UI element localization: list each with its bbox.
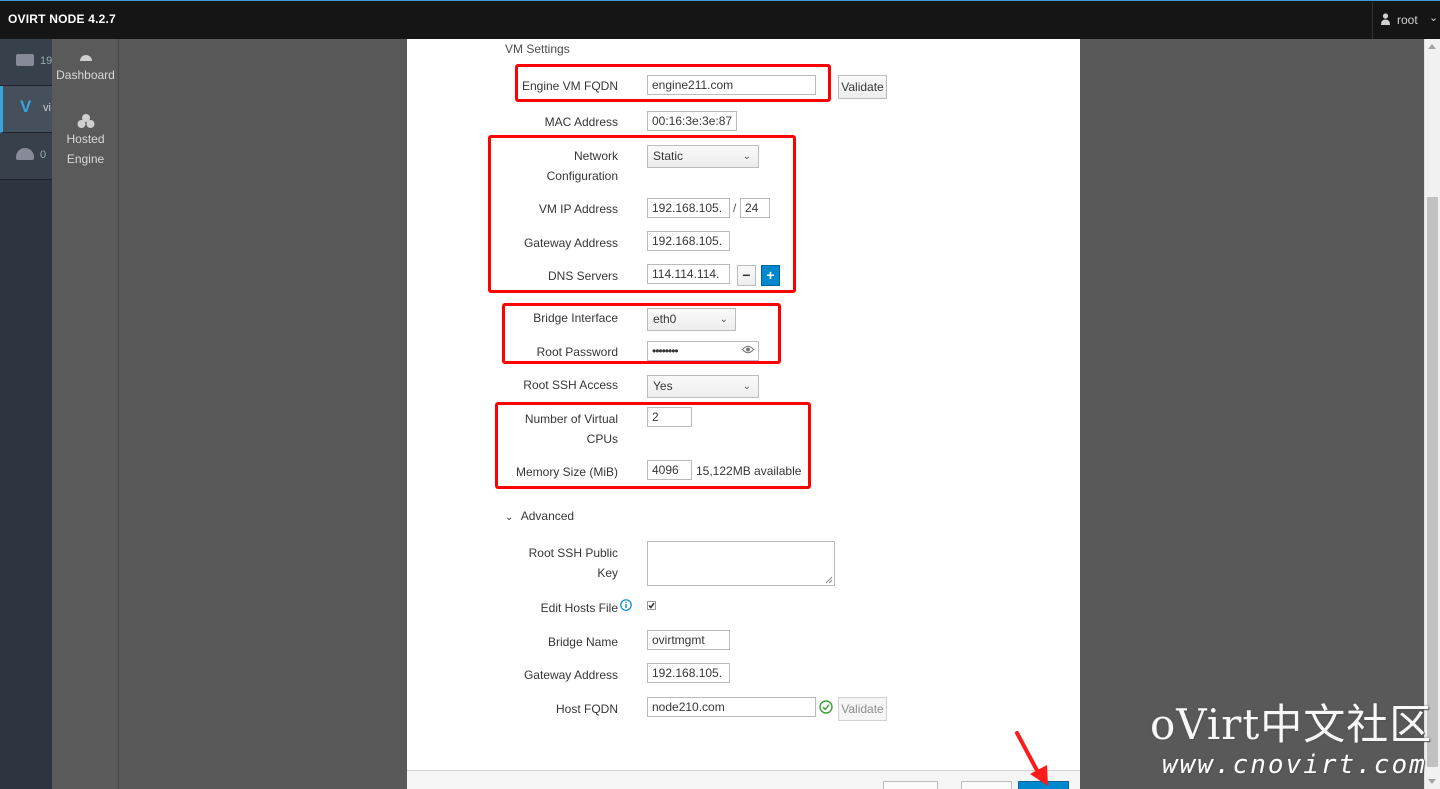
page-scrollbar[interactable] — [1424, 39, 1440, 789]
user-menu[interactable]: root ⌄ — [1372, 2, 1440, 39]
server-icon — [16, 54, 34, 66]
nav-letter-icon: V — [20, 97, 32, 116]
chevron-down-icon: ⌄ — [1429, 12, 1439, 24]
root-ssh-key-label-1: Root SSH Public — [528, 546, 618, 560]
brand-title: OVIRT NODE 4.2.7 — [8, 12, 116, 26]
scroll-up-icon[interactable] — [1428, 44, 1436, 49]
advanced-toggle[interactable]: ⌄ Advanced — [505, 509, 574, 523]
nav-item-dashboard[interactable]: 0 — [0, 133, 52, 180]
mac-address-input[interactable]: 00:16:3e:3e:87 — [647, 111, 737, 131]
scroll-down-icon[interactable] — [1428, 779, 1436, 784]
secondary-nav: Dashboard Hosted Engine — [52, 39, 119, 789]
hosted-engine-icon — [77, 114, 94, 128]
resize-grip-icon[interactable] — [825, 576, 833, 584]
highlight-network-settings — [488, 135, 796, 293]
root-ssh-access-label: Root SSH Access — [523, 378, 618, 392]
edit-hosts-label: Edit Hosts File — [540, 601, 618, 615]
chevron-down-icon: ⌄ — [742, 381, 751, 392]
nav-item-label: 0 — [40, 149, 47, 161]
modal-backdrop — [119, 39, 407, 789]
user-icon — [1381, 13, 1390, 25]
scrollbar-thumb[interactable] — [1427, 197, 1438, 767]
mac-address-label: MAC Address — [544, 115, 618, 129]
advanced-label: Advanced — [520, 509, 575, 523]
info-icon[interactable] — [620, 599, 632, 611]
chevron-down-icon: ⌄ — [505, 512, 514, 523]
root-ssh-key-textarea[interactable] — [647, 541, 835, 586]
nav-item-host[interactable]: 19 — [0, 39, 52, 86]
gateway-input-advanced[interactable]: 192.168.105. — [647, 663, 730, 683]
check-circle-icon — [819, 700, 833, 714]
nav-item-label: 19 — [40, 55, 53, 67]
host-fqdn-label: Host FQDN — [555, 702, 618, 716]
gateway-label-advanced: Gateway Address — [523, 668, 618, 682]
dashboard-icon — [16, 148, 34, 160]
footer-button-cancel[interactable] — [883, 781, 938, 789]
nav-item-label: vi — [43, 102, 51, 114]
footer-button-back[interactable] — [961, 781, 1012, 789]
section-title: VM Settings — [505, 42, 570, 56]
nav-item-virtualization[interactable]: V vi — [0, 86, 52, 133]
subnav-hosted-engine-label-2: Engine — [66, 152, 105, 166]
top-navbar: OVIRT NODE 4.2.7 root ⌄ — [0, 0, 1440, 39]
host-fqdn-validate-button[interactable]: Validate — [838, 697, 887, 721]
highlight-cpu-memory — [495, 402, 811, 489]
root-ssh-access-select[interactable]: Yes ⌄ — [647, 375, 759, 398]
watermark-url: www.cnovirt.com — [1162, 750, 1427, 780]
root-ssh-access-value: Yes — [653, 379, 673, 393]
dashboard-icon — [79, 55, 92, 61]
root-ssh-key-label-2: Key — [597, 566, 618, 580]
user-name: root — [1397, 13, 1418, 27]
subnav-dashboard-label: Dashboard — [56, 68, 115, 82]
subnav-hosted-engine-label-1: Hosted — [66, 132, 105, 146]
red-arrow-annotation — [1015, 731, 1048, 786]
main-nav: 19 V vi 0 — [0, 39, 52, 789]
watermark-text: oVirt中文社区 — [1150, 700, 1433, 749]
modal-backdrop — [1080, 39, 1424, 789]
wizard-footer — [407, 770, 1080, 789]
highlight-engine-fqdn — [515, 64, 831, 102]
subnav-hosted-engine[interactable]: Hosted Engine — [52, 113, 119, 169]
bridge-name-label: Bridge Name — [547, 635, 618, 649]
highlight-bridge-password — [502, 303, 781, 364]
bridge-name-input[interactable]: ovirtmgmt — [647, 630, 730, 650]
subnav-dashboard[interactable]: Dashboard — [52, 51, 119, 85]
engine-fqdn-validate-button[interactable]: Validate — [838, 75, 887, 99]
host-fqdn-input[interactable]: node210.com — [647, 697, 816, 717]
edit-hosts-checkbox[interactable] — [647, 601, 656, 610]
